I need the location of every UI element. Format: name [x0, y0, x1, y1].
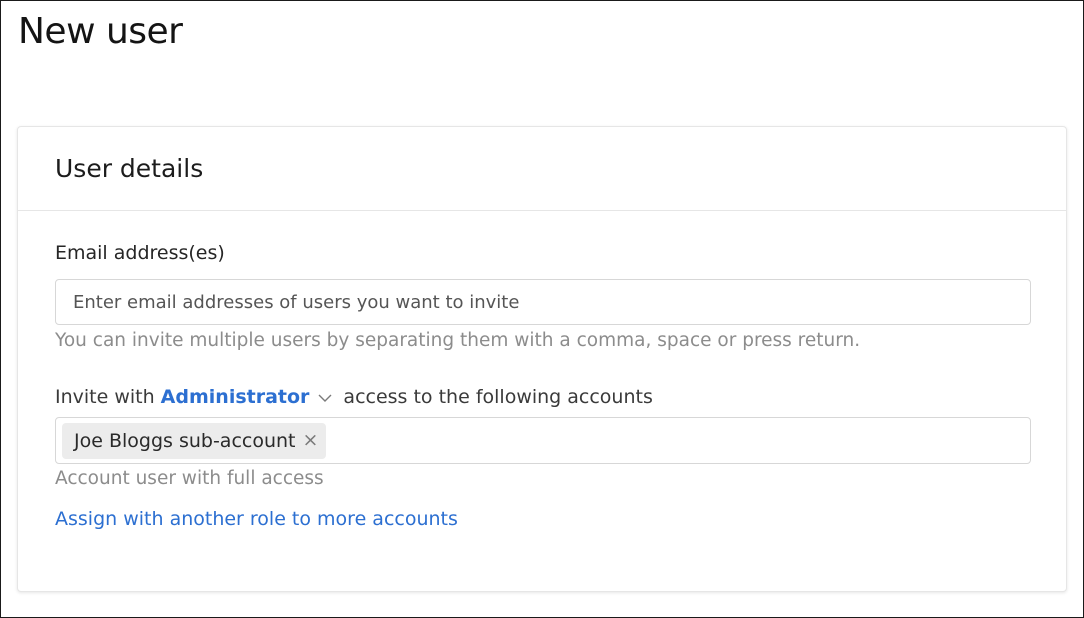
- card-title: User details: [55, 153, 204, 183]
- email-label: Email address(es): [55, 242, 225, 264]
- accounts-selector[interactable]: Joe Bloggs sub-account ×: [55, 417, 1031, 464]
- account-chip: Joe Bloggs sub-account ×: [62, 422, 327, 459]
- account-chip-label: Joe Bloggs sub-account: [74, 429, 296, 452]
- invite-role-line: Invite with Administrator access to the …: [55, 386, 653, 408]
- invite-suffix: access to the following accounts: [343, 386, 653, 408]
- email-input[interactable]: [55, 279, 1031, 325]
- close-icon[interactable]: ×: [303, 431, 319, 450]
- role-help-text: Account user with full access: [55, 468, 324, 489]
- chevron-down-icon[interactable]: [317, 390, 333, 406]
- role-dropdown[interactable]: Administrator: [161, 386, 310, 408]
- email-help-text: You can invite multiple users by separat…: [55, 330, 861, 351]
- user-details-card: User details Email address(es) You can i…: [17, 126, 1067, 592]
- assign-another-role-link[interactable]: Assign with another role to more account…: [55, 508, 458, 530]
- window-frame: New user User details Email address(es) …: [0, 0, 1084, 618]
- card-header: User details: [18, 127, 1066, 211]
- invite-prefix: Invite with: [55, 386, 155, 408]
- page-title: New user: [18, 11, 183, 52]
